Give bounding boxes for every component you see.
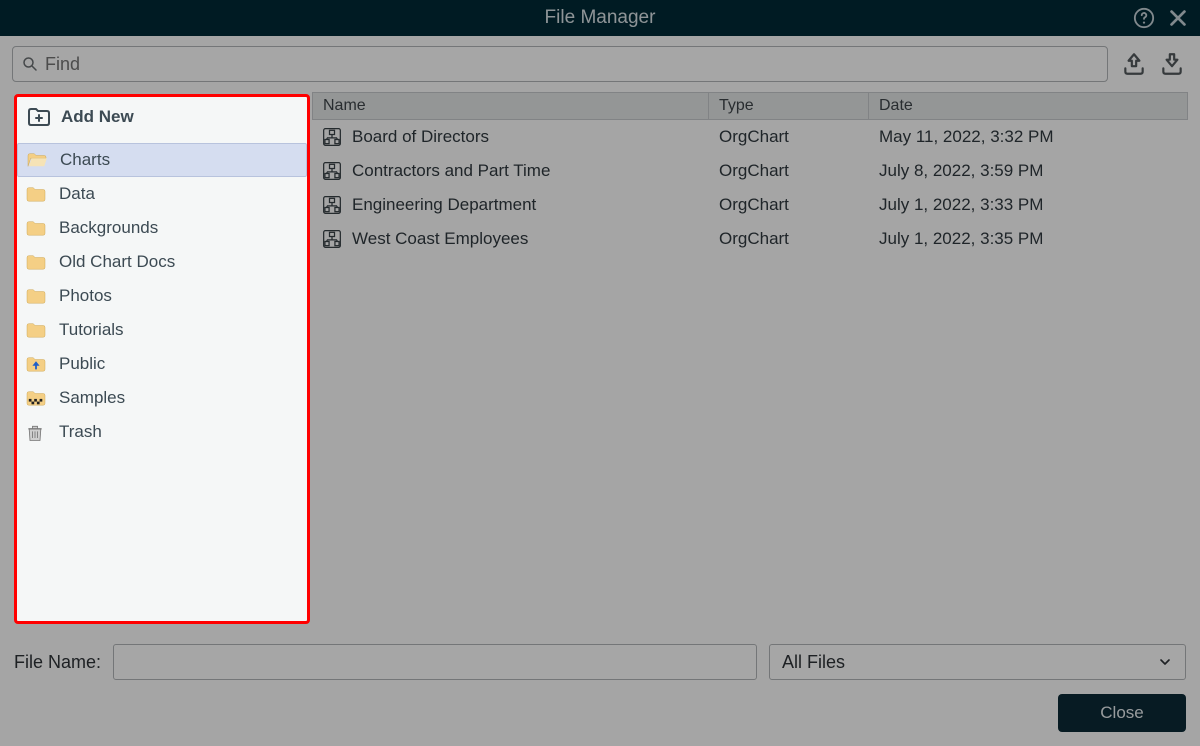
close-button[interactable]: Close: [1058, 694, 1186, 732]
sidebar-item-label: Trash: [59, 422, 299, 442]
file-manager-window: File Manager: [0, 0, 1200, 746]
sidebar: Add New Charts Data Backgrounds Old Chart D…: [14, 94, 310, 624]
sidebar-item-old-chart-docs[interactable]: Old Chart Docs: [17, 245, 307, 279]
sidebar-item-label: Charts: [60, 150, 298, 170]
orgchart-icon: [322, 229, 342, 249]
file-type: OrgChart: [709, 161, 869, 181]
sidebar-item-label: Photos: [59, 286, 299, 306]
sidebar-item-trash[interactable]: Trash: [17, 415, 307, 449]
sidebar-item-backgrounds[interactable]: Backgrounds: [17, 211, 307, 245]
sidebar-item-label: Tutorials: [59, 320, 299, 340]
column-header-date[interactable]: Date: [869, 92, 1188, 120]
sidebar-item-label: Data: [59, 184, 299, 204]
filename-label: File Name:: [14, 652, 101, 673]
download-button[interactable]: [1158, 50, 1186, 78]
search-icon: [21, 55, 39, 73]
file-row[interactable]: Engineering Department OrgChartJuly 1, 20…: [312, 188, 1188, 222]
filename-input[interactable]: [113, 644, 757, 680]
chevron-down-icon: [1157, 654, 1173, 670]
file-date: July 8, 2022, 3:59 PM: [869, 161, 1188, 181]
sidebar-item-samples[interactable]: Samples: [17, 381, 307, 415]
close-window-button[interactable]: [1166, 6, 1190, 30]
add-new-label: Add New: [61, 107, 134, 127]
sidebar-item-photos[interactable]: Photos: [17, 279, 307, 313]
file-name: Board of Directors: [352, 127, 489, 147]
folder-open-icon: [26, 151, 48, 169]
file-date: May 11, 2022, 3:32 PM: [869, 127, 1188, 147]
folder-icon: [25, 219, 47, 237]
sidebar-item-public[interactable]: Public: [17, 347, 307, 381]
sidebar-item-label: Samples: [59, 388, 299, 408]
footer: File Name: All Files Close: [0, 634, 1200, 746]
folder-icon: [25, 287, 47, 305]
file-row[interactable]: Contractors and Part Time OrgChartJuly 8,…: [312, 154, 1188, 188]
file-name: Engineering Department: [352, 195, 536, 215]
folder-icon: [25, 185, 47, 203]
orgchart-icon: [322, 195, 342, 215]
file-name: West Coast Employees: [352, 229, 528, 249]
toolbar: [0, 36, 1200, 92]
file-type: OrgChart: [709, 127, 869, 147]
file-list-panel: Name Type Date Board of Directors OrgChar…: [312, 92, 1188, 634]
file-name: Contractors and Part Time: [352, 161, 550, 181]
file-row[interactable]: Board of Directors OrgChartMay 11, 2022, …: [312, 120, 1188, 154]
sidebar-item-tutorials[interactable]: Tutorials: [17, 313, 307, 347]
sidebar-item-label: Backgrounds: [59, 218, 299, 238]
titlebar: File Manager: [0, 0, 1200, 36]
folder-icon: [25, 321, 47, 339]
sidebar-item-data[interactable]: Data: [17, 177, 307, 211]
file-type: OrgChart: [709, 195, 869, 215]
sidebar-item-label: Old Chart Docs: [59, 252, 299, 272]
column-header-type[interactable]: Type: [709, 92, 869, 120]
orgchart-icon: [322, 161, 342, 181]
search-field[interactable]: [12, 46, 1108, 82]
file-row[interactable]: West Coast Employees OrgChartJuly 1, 2022…: [312, 222, 1188, 256]
folder-icon: [25, 253, 47, 271]
file-date: July 1, 2022, 3:35 PM: [869, 229, 1188, 249]
folder-pattern-icon: [25, 389, 47, 407]
upload-button[interactable]: [1120, 50, 1148, 78]
orgchart-icon: [322, 127, 342, 147]
help-button[interactable]: [1132, 6, 1156, 30]
file-type-filter[interactable]: All Files: [769, 644, 1186, 680]
search-input[interactable]: [45, 54, 1099, 75]
trash-icon: [25, 423, 47, 441]
sidebar-item-charts[interactable]: Charts: [17, 143, 307, 177]
add-folder-icon: [27, 107, 51, 127]
file-type-filter-label: All Files: [782, 652, 845, 673]
add-new-button[interactable]: Add New: [17, 97, 307, 137]
sidebar-item-label: Public: [59, 354, 299, 374]
folder-up-icon: [25, 355, 47, 373]
column-header-name[interactable]: Name: [312, 92, 709, 120]
file-date: July 1, 2022, 3:33 PM: [869, 195, 1188, 215]
window-title: File Manager: [545, 7, 656, 29]
file-type: OrgChart: [709, 229, 869, 249]
column-headers: Name Type Date: [312, 92, 1188, 120]
